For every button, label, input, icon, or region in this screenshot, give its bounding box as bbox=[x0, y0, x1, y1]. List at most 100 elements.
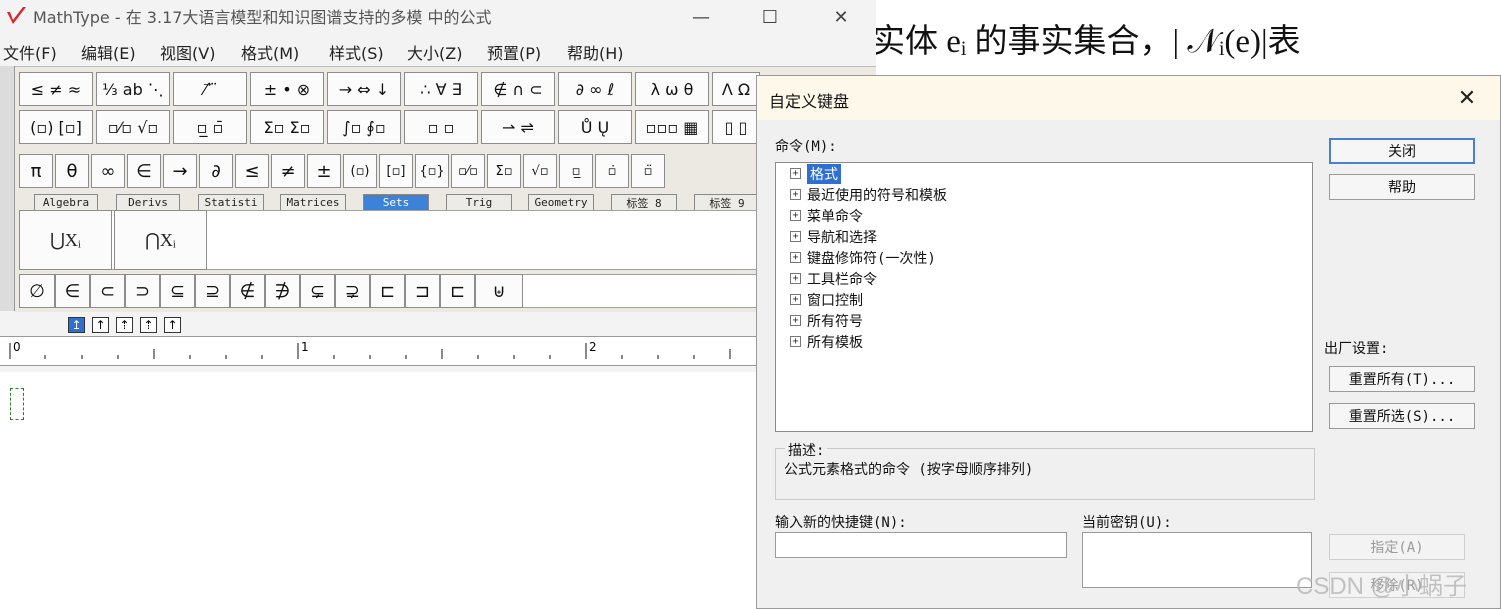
expand-icon[interactable]: + bbox=[790, 294, 801, 305]
palette-misc-symbols[interactable]: ∂ ∞ ℓ bbox=[558, 72, 632, 106]
nudge-button-5[interactable]: ↑ bbox=[164, 317, 181, 333]
palette-boxes[interactable]: ▯ ▯ bbox=[712, 110, 760, 144]
menu-style[interactable]: 样式(S) bbox=[329, 40, 384, 64]
symbol-proper-superset[interactable]: ⊋ bbox=[335, 274, 370, 308]
symbol-less-equal[interactable]: ≤ bbox=[235, 154, 269, 188]
palette-integrals[interactable]: ∫▫ ∮▫ bbox=[327, 110, 401, 144]
expand-icon[interactable]: + bbox=[790, 231, 801, 242]
palette-spaces[interactable]: ⅓ ab ⋱ bbox=[96, 72, 170, 106]
palette-scripts[interactable]: ▫̲ ▫̄ bbox=[173, 110, 247, 144]
symbol-partial[interactable]: ∂ bbox=[199, 154, 233, 188]
palette-greek-upper[interactable]: Λ Ω bbox=[712, 72, 760, 106]
symbol-pi[interactable]: π bbox=[19, 154, 53, 188]
tab-derivs[interactable]: Derivs bbox=[116, 194, 180, 210]
symbol-theta[interactable]: θ bbox=[55, 154, 89, 188]
assign-button[interactable]: 指定(A) bbox=[1329, 534, 1465, 560]
palette-arrows[interactable]: → ⇔ ↓ bbox=[327, 72, 401, 106]
menu-size[interactable]: 大小(Z) bbox=[407, 40, 462, 64]
tree-item-toolbar-commands[interactable]: + 工具栏命令 bbox=[790, 268, 877, 289]
template-brackets[interactable]: [▫] bbox=[379, 154, 413, 188]
maximize-button[interactable]: ☐ bbox=[737, 0, 803, 34]
tab-matrices[interactable]: Matrices bbox=[280, 194, 346, 210]
palette-operators[interactable]: ± • ⊗ bbox=[250, 72, 324, 106]
tree-item-recent[interactable]: + 最近使用的符号和模板 bbox=[790, 184, 947, 205]
menu-format[interactable]: 格式(M) bbox=[241, 40, 299, 64]
symbol-multiset-union[interactable]: ⊎ bbox=[475, 274, 523, 308]
nudge-button-4[interactable]: ⇡ bbox=[140, 317, 157, 333]
palette-bars[interactable]: ▫ ▫ bbox=[404, 110, 478, 144]
palette-embellishments[interactable]: ⁄ ⃗ ⃛ bbox=[173, 72, 247, 106]
palette-fractions-radicals[interactable]: ▫⁄▫ √▫ bbox=[96, 110, 170, 144]
template-parentheses[interactable]: (▫) bbox=[343, 154, 377, 188]
palette-logic[interactable]: ∴ ∀ ∃ bbox=[404, 72, 478, 106]
symbol-right-arrow[interactable]: → bbox=[163, 154, 197, 188]
symbol-empty-set[interactable]: ∅ bbox=[19, 274, 55, 308]
nudge-button-1[interactable]: ↥ bbox=[68, 317, 85, 333]
tree-item-modifiers[interactable]: + 键盘修饰符(一次性) bbox=[790, 247, 936, 268]
equation-edit-area[interactable] bbox=[0, 372, 760, 609]
tree-item-menu-commands[interactable]: + 菜单命令 bbox=[790, 205, 863, 226]
insertion-slot[interactable] bbox=[10, 388, 24, 420]
palette-relations[interactable]: ≤ ≠ ≈ bbox=[19, 72, 93, 106]
palette-summations[interactable]: Σ▫ Σ▫ bbox=[250, 110, 324, 144]
nudge-button-3[interactable]: ⇡ bbox=[116, 317, 133, 333]
symbol-square-subset[interactable]: ⊏ bbox=[370, 274, 405, 308]
tab-sets[interactable]: Sets bbox=[363, 194, 429, 210]
symbol-superset-equal[interactable]: ⊇ bbox=[195, 274, 230, 308]
current-keys-list[interactable] bbox=[1082, 532, 1312, 588]
expand-icon[interactable]: + bbox=[790, 273, 801, 284]
palette-products[interactable]: Ů Ų bbox=[558, 110, 632, 144]
expand-icon[interactable]: + bbox=[790, 336, 801, 347]
symbol-small-element[interactable]: ∉ bbox=[230, 274, 265, 308]
menu-file[interactable]: 文件(F) bbox=[3, 40, 57, 64]
tree-item-all-templates[interactable]: + 所有模板 bbox=[790, 331, 863, 352]
symbol-plus-minus[interactable]: ± bbox=[307, 154, 341, 188]
expand-icon[interactable]: + bbox=[790, 315, 801, 326]
palette-matrices[interactable]: ▫▫▫ ▦ bbox=[635, 110, 709, 144]
expand-icon[interactable]: + bbox=[790, 168, 801, 179]
tree-item-navigation[interactable]: + 导航和选择 bbox=[790, 226, 877, 247]
tab-geometry[interactable]: Geometry bbox=[528, 194, 594, 210]
nudge-button-2[interactable]: ↑ bbox=[92, 317, 109, 333]
menu-preferences[interactable]: 预置(P) bbox=[487, 40, 541, 64]
new-shortcut-input[interactable] bbox=[775, 532, 1067, 558]
menu-help[interactable]: 帮助(H) bbox=[567, 40, 624, 64]
symbol-subset[interactable]: ⊂ bbox=[90, 274, 125, 308]
symbol-subset-equal[interactable]: ⊆ bbox=[160, 274, 195, 308]
tree-item-window-control[interactable]: + 窗口控制 bbox=[790, 289, 863, 310]
menu-view[interactable]: 视图(V) bbox=[160, 40, 215, 64]
palette-labeled-arrows[interactable]: ⇀ ⇌ bbox=[481, 110, 555, 144]
reset-selected-button[interactable]: 重置所选(S)... bbox=[1329, 403, 1475, 429]
template-big-union[interactable]: ⋃Xᵢ bbox=[19, 210, 112, 270]
template-dot-accent[interactable]: ▫̇ bbox=[595, 154, 629, 188]
reset-all-button[interactable]: 重置所有(T)... bbox=[1329, 366, 1475, 392]
symbol-square-subset-2[interactable]: ⊏ bbox=[440, 274, 475, 308]
palette-fences[interactable]: (▫) [▫] bbox=[19, 110, 93, 144]
template-fraction[interactable]: ▫⁄▫ bbox=[451, 154, 485, 188]
template-summation[interactable]: Σ▫ bbox=[487, 154, 521, 188]
minimize-button[interactable]: — bbox=[668, 0, 734, 34]
tab-trig[interactable]: Trig bbox=[446, 194, 512, 210]
tree-item-all-symbols[interactable]: + 所有符号 bbox=[790, 310, 863, 331]
mathtype-titlebar[interactable]: MathType - 在 3.17大语言模型和知识图谱支持的多模 中的公式 — … bbox=[0, 0, 876, 34]
expand-icon[interactable]: + bbox=[790, 189, 801, 200]
tab-statistics[interactable]: Statisti bbox=[198, 194, 264, 210]
symbol-element-of[interactable]: ∈ bbox=[55, 274, 90, 308]
tree-item-format[interactable]: + 格式 bbox=[790, 163, 841, 184]
toolbar-gripper[interactable] bbox=[0, 66, 15, 311]
menu-edit[interactable]: 编辑(E) bbox=[81, 40, 136, 64]
symbol-superset[interactable]: ⊃ bbox=[125, 274, 160, 308]
palette-set-theory[interactable]: ∉ ∩ ⊂ bbox=[481, 72, 555, 106]
symbol-proper-subset[interactable]: ⊊ bbox=[300, 274, 335, 308]
symbol-square-superset[interactable]: ⊐ bbox=[405, 274, 440, 308]
template-braces[interactable]: {▫} bbox=[415, 154, 449, 188]
palette-greek-lower[interactable]: λ ω θ bbox=[635, 72, 709, 106]
template-radical[interactable]: √▫ bbox=[523, 154, 557, 188]
tab-algebra[interactable]: Algebra bbox=[34, 194, 98, 210]
tab-label-8[interactable]: 标签 8 bbox=[611, 194, 677, 210]
ruler[interactable]: 0 1 2 bbox=[0, 336, 760, 366]
expand-icon[interactable]: + bbox=[790, 210, 801, 221]
close-button[interactable]: 关闭 bbox=[1329, 138, 1475, 164]
dialog-close-icon[interactable]: ✕ bbox=[1451, 82, 1483, 114]
symbol-contains[interactable]: ∌ bbox=[265, 274, 300, 308]
